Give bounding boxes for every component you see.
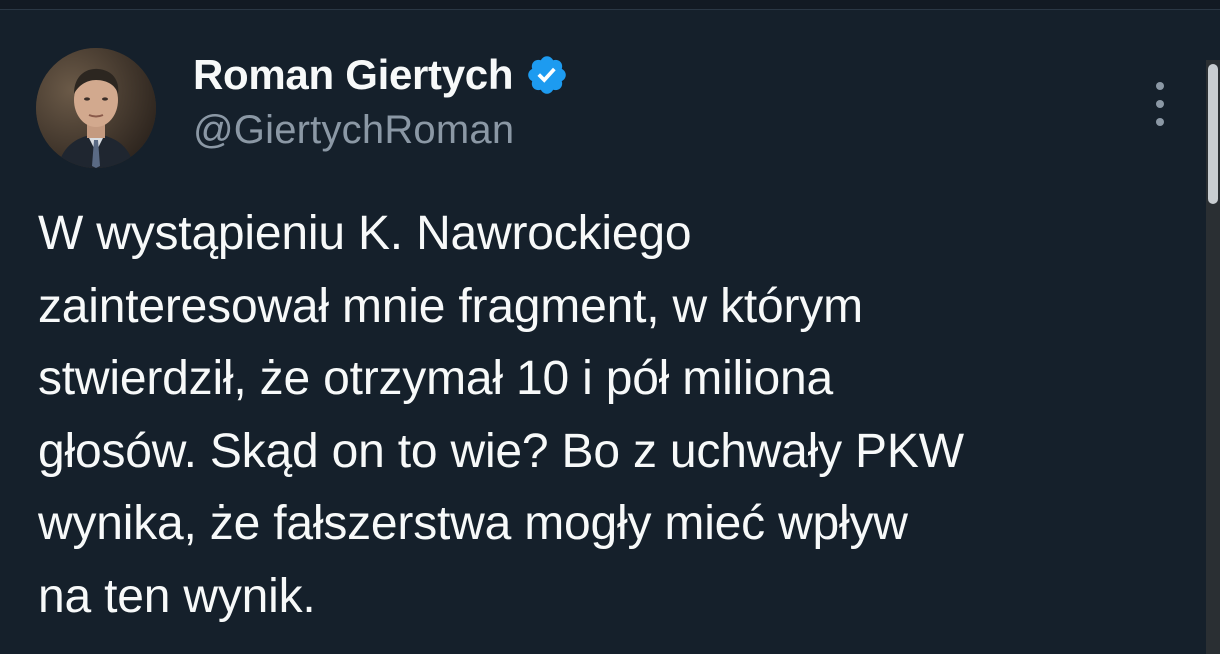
author-avatar[interactable] — [36, 48, 156, 168]
scrollbar[interactable] — [1206, 60, 1220, 654]
author-display-name[interactable]: Roman Giertych — [193, 51, 514, 99]
tweet-card[interactable]: Roman Giertych @GiertychRoman W wystąpie… — [0, 10, 1200, 654]
tweet-text: W wystąpieniu K. Nawrockiego zainteresow… — [38, 198, 1178, 633]
tweet-text-line: zainteresował mnie fragment, w którym — [38, 279, 863, 333]
name-row: Roman Giertych — [193, 50, 569, 100]
more-options-button[interactable] — [1143, 82, 1177, 126]
tweet-text-line: głosów. Skąd on to wie? Bo z uchwały PKW — [38, 424, 964, 478]
avatar-photo — [36, 48, 156, 168]
top-divider — [0, 0, 1220, 10]
author-handle[interactable]: @GiertychRoman — [193, 108, 569, 153]
more-vertical-icon — [1156, 82, 1164, 90]
tweet-text-line: na ten wynik. — [38, 569, 316, 623]
tweet-text-line: stwierdził, że otrzymał 10 i pół miliona — [38, 352, 833, 405]
more-vertical-icon-dot — [1156, 118, 1164, 126]
verified-badge-icon — [525, 53, 569, 97]
author-info[interactable]: Roman Giertych @GiertychRoman — [193, 50, 569, 153]
tweet-text-line: wynika, że fałszerstwa mogły mieć wpływ — [38, 497, 908, 550]
more-vertical-icon-dot — [1156, 100, 1164, 108]
scrollbar-thumb[interactable] — [1208, 64, 1218, 204]
tweet-text-line: W wystąpieniu K. Nawrockiego — [38, 207, 692, 260]
